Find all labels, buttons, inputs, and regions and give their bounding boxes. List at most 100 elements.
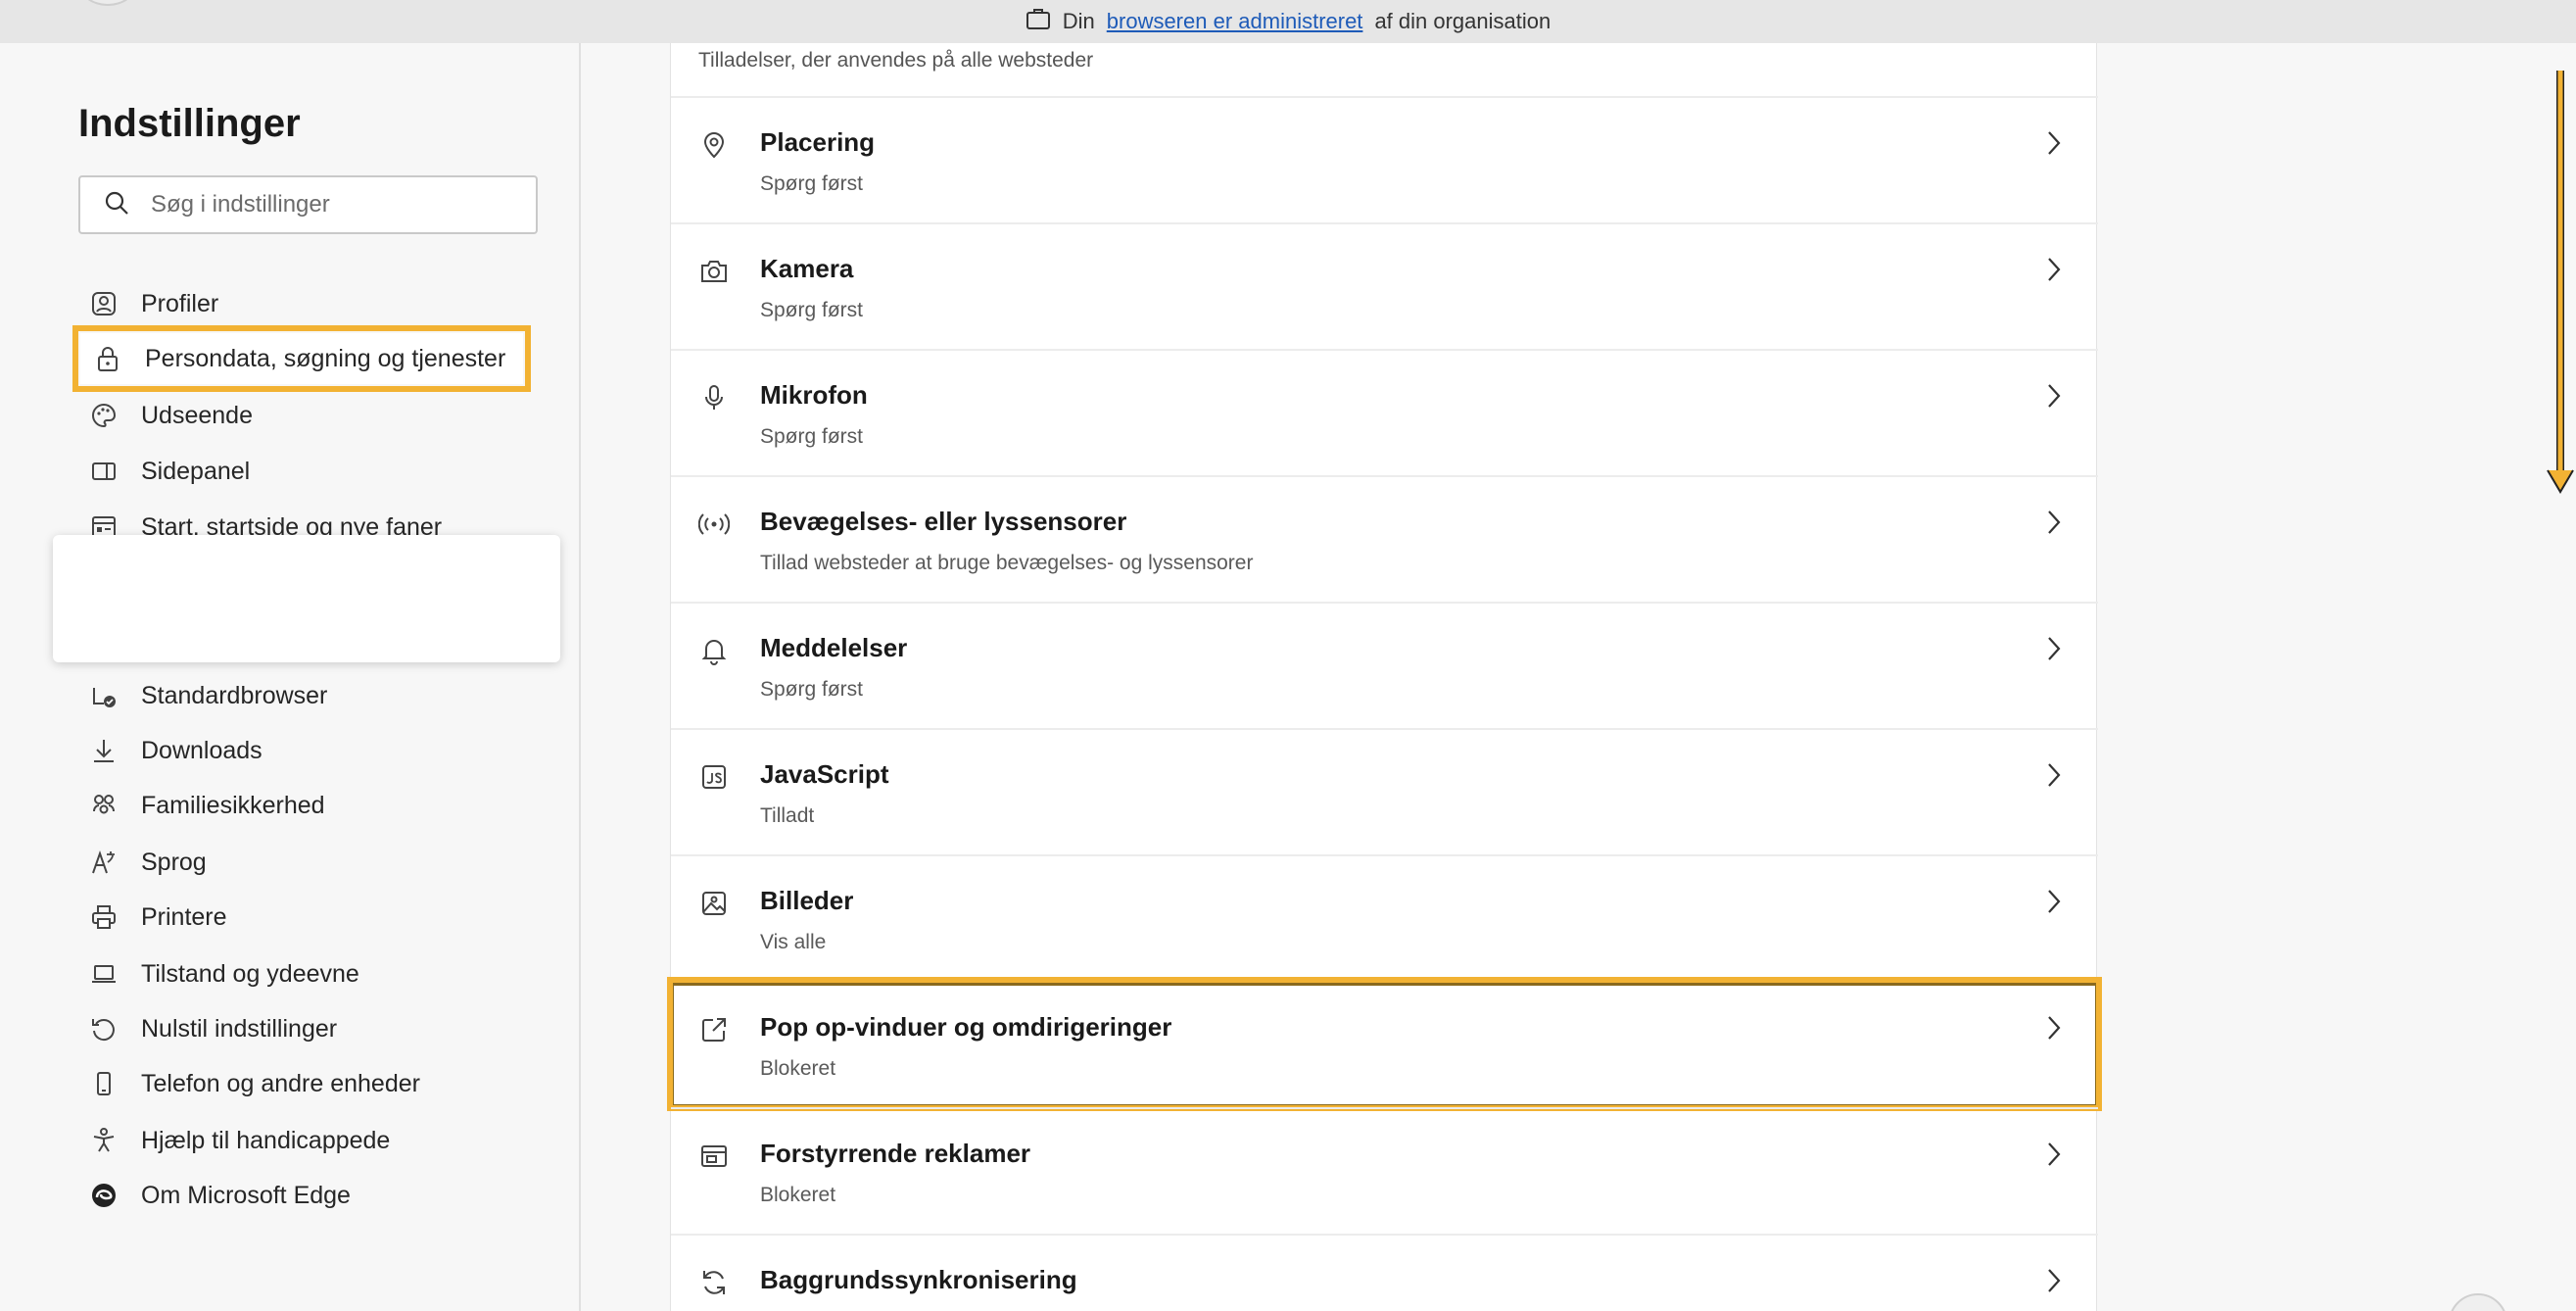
sidebar-item-label: Telefon og andre enheder bbox=[141, 1069, 420, 1097]
sidebar-item-label: Sprog bbox=[141, 848, 207, 876]
sidebar-item-privacy[interactable]: Persondata, søgning og tjenester bbox=[72, 325, 531, 392]
lock-icon bbox=[92, 343, 123, 374]
feedback-button-partial[interactable] bbox=[2449, 1293, 2507, 1311]
row-title: Kamera bbox=[760, 254, 854, 283]
managed-prefix: Din bbox=[1062, 9, 1095, 33]
permission-row-sensors[interactable]: Bevægelses- eller lyssensorer Tillad web… bbox=[671, 475, 2098, 602]
sensor-icon bbox=[696, 507, 732, 542]
chevron-right-icon bbox=[2039, 378, 2069, 413]
chevron-right-icon bbox=[2039, 1010, 2069, 1045]
settings-search[interactable] bbox=[78, 175, 538, 234]
profile-button-partial[interactable] bbox=[78, 0, 137, 6]
javascript-icon bbox=[696, 759, 732, 795]
permission-row-microphone[interactable]: Mikrofon Spørg først bbox=[671, 349, 2098, 475]
microphone-icon bbox=[696, 380, 732, 415]
sidebar-item-label: Om Microsoft Edge bbox=[141, 1181, 351, 1209]
chevron-right-icon bbox=[2039, 125, 2069, 161]
row-subtitle: Spørg først bbox=[760, 172, 864, 195]
permission-row-camera[interactable]: Kamera Spørg først bbox=[671, 222, 2098, 349]
location-icon bbox=[696, 127, 732, 163]
settings-title: Indstillinger bbox=[78, 102, 301, 145]
row-title: Mikrofon bbox=[760, 380, 868, 410]
section-label: Tilladelser, der anvendes på alle webste… bbox=[698, 49, 1094, 72]
sidebar-item-about[interactable]: Om Microsoft Edge bbox=[88, 1170, 539, 1221]
sidebar-item-label: Profiler bbox=[141, 289, 219, 317]
permission-row-notifications[interactable]: Meddelelser Spørg først bbox=[671, 602, 2098, 728]
sidebar-item-label: Sidepanel bbox=[141, 457, 251, 485]
sidebar-item-label: Printere bbox=[141, 902, 227, 931]
bell-icon bbox=[696, 633, 732, 668]
chevron-right-icon bbox=[2039, 757, 2069, 793]
sidebar-item-language[interactable]: Sprog bbox=[88, 837, 539, 888]
row-subtitle: Spørg først bbox=[760, 678, 864, 701]
blank-popover bbox=[53, 535, 560, 662]
row-subtitle: Vis alle bbox=[760, 931, 827, 953]
row-title: JavaScript bbox=[760, 759, 889, 789]
sync-icon bbox=[696, 1265, 732, 1300]
chevron-right-icon bbox=[2039, 1137, 2069, 1172]
printer-icon bbox=[88, 901, 119, 933]
managed-link[interactable]: browseren er administreret bbox=[1107, 9, 1363, 34]
permission-row-background-sync[interactable]: Baggrundssynkronisering bbox=[671, 1234, 2098, 1311]
palette-icon bbox=[88, 400, 119, 431]
settings-sidebar: Indstillinger Profiler Persondata, søgni… bbox=[0, 43, 581, 1311]
search-input[interactable] bbox=[151, 191, 523, 218]
sidebar-item-label: Standardbrowser bbox=[141, 681, 328, 709]
sidebar-item-profiler[interactable]: Profiler bbox=[88, 278, 539, 329]
row-subtitle: Blokeret bbox=[760, 1184, 836, 1206]
sidebar-item-label: Nulstil indstillinger bbox=[141, 1014, 338, 1043]
sidebar-item-accessibility[interactable]: Hjælp til handicappede bbox=[88, 1115, 539, 1166]
row-subtitle: Spørg først bbox=[760, 425, 864, 448]
sidebar-item-label: Persondata, søgning og tjenester bbox=[145, 344, 506, 372]
sidebar-item-reset[interactable]: Nulstil indstillinger bbox=[88, 1003, 539, 1054]
camera-icon bbox=[696, 254, 732, 289]
row-title: Baggrundssynkronisering bbox=[760, 1265, 1077, 1294]
sidebar-item-sidepanel[interactable]: Sidepanel bbox=[88, 446, 539, 497]
scroll-down-arrow-icon bbox=[2545, 69, 2574, 500]
ads-icon bbox=[696, 1139, 732, 1174]
sidebar-item-label: Udseende bbox=[141, 401, 253, 429]
managed-suffix: af din organisation bbox=[1374, 9, 1551, 33]
download-icon bbox=[88, 735, 119, 766]
image-icon bbox=[696, 886, 732, 921]
permission-row-location[interactable]: Placering Spørg først bbox=[671, 96, 2098, 222]
managed-browser-bar: Din browseren er administreret af din or… bbox=[0, 0, 2576, 43]
edge-icon bbox=[88, 1180, 119, 1211]
default-browser-icon bbox=[88, 680, 119, 711]
row-title: Bevægelses- eller lyssensorer bbox=[760, 507, 1127, 536]
sidebar-item-printers[interactable]: Printere bbox=[88, 892, 539, 943]
permission-row-images[interactable]: Billeder Vis alle bbox=[671, 854, 2098, 981]
sidebar-item-default-browser[interactable]: Standardbrowser bbox=[88, 670, 539, 721]
row-title: Forstyrrende reklamer bbox=[760, 1139, 1031, 1168]
permission-row-ads[interactable]: Forstyrrende reklamer Blokeret bbox=[671, 1107, 2098, 1234]
row-title: Meddelelser bbox=[760, 633, 908, 662]
sidebar-item-family[interactable]: Familiesikkerhed bbox=[88, 780, 539, 831]
laptop-icon bbox=[88, 958, 119, 990]
reset-icon bbox=[88, 1013, 119, 1044]
briefcase-icon bbox=[1026, 7, 1051, 36]
profile-icon bbox=[88, 288, 119, 319]
row-title: Pop op-vinduer og omdirigeringer bbox=[760, 1012, 1172, 1042]
row-subtitle: Tillad websteder at bruge bevægelses- og… bbox=[760, 552, 1254, 574]
site-permissions-panel: Tilladelser, der anvendes på alle webste… bbox=[667, 43, 2102, 1311]
chevron-right-icon bbox=[2039, 252, 2069, 287]
permission-row-popups[interactable]: Pop op-vinduer og omdirigeringer Blokere… bbox=[667, 977, 2102, 1111]
sidebar-item-appearance[interactable]: Udseende bbox=[88, 390, 539, 441]
row-subtitle: Blokeret bbox=[760, 1057, 836, 1080]
family-icon bbox=[88, 790, 119, 821]
search-icon bbox=[104, 190, 129, 220]
sidebar-item-label: Familiesikkerhed bbox=[141, 791, 325, 819]
sidebar-item-phone[interactable]: Telefon og andre enheder bbox=[88, 1058, 539, 1109]
sidebar-item-downloads[interactable]: Downloads bbox=[88, 725, 539, 776]
chevron-right-icon bbox=[2039, 505, 2069, 540]
phone-icon bbox=[88, 1068, 119, 1099]
sidebar-item-label: Tilstand og ydeevne bbox=[141, 959, 359, 988]
row-subtitle: Tilladt bbox=[760, 804, 815, 827]
row-subtitle: Spørg først bbox=[760, 299, 864, 321]
sidebar-item-label: Hjælp til handicappede bbox=[141, 1126, 391, 1154]
permission-row-javascript[interactable]: JavaScript Tilladt bbox=[671, 728, 2098, 854]
chevron-right-icon bbox=[2039, 631, 2069, 666]
sidebar-item-label: Downloads bbox=[141, 736, 262, 764]
sidebar-item-performance[interactable]: Tilstand og ydeevne bbox=[88, 948, 539, 999]
chevron-right-icon bbox=[2039, 884, 2069, 919]
